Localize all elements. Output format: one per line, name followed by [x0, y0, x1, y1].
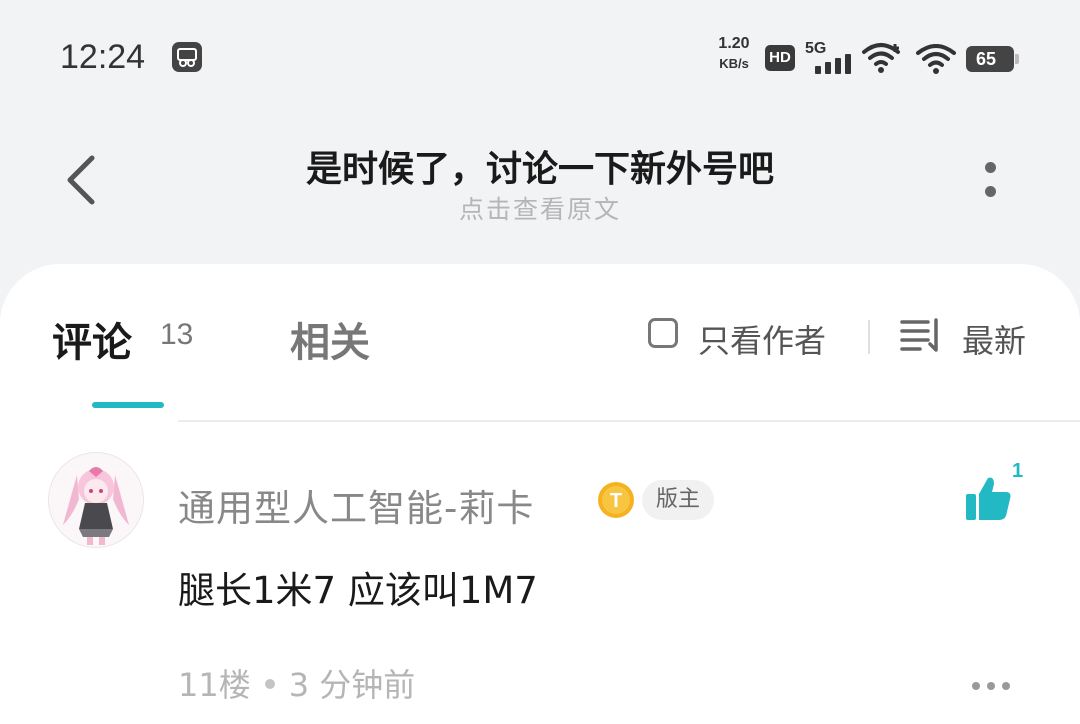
- comment-username[interactable]: 通用型人工智能-莉卡: [178, 478, 534, 532]
- tab-comments[interactable]: 评论: [52, 310, 132, 368]
- view-original-link[interactable]: 点击查看原文: [0, 190, 1080, 226]
- hd-badge: HD: [765, 45, 795, 71]
- tab-comments-count: 13: [160, 318, 194, 351]
- floor-number: 11楼: [178, 666, 251, 704]
- like-count: 1: [1012, 460, 1024, 482]
- comment-time: 3 分钟前: [288, 666, 416, 704]
- network-speed-unit: KB/s: [719, 56, 749, 71]
- svg-text:T: T: [610, 490, 622, 512]
- separator-dot: [264, 679, 275, 689]
- divider: [868, 320, 870, 354]
- thumbs-up-icon[interactable]: [964, 474, 1014, 522]
- sort-icon[interactable]: [900, 318, 944, 354]
- status-bar: 12:24 1.20 KB/s HD 5G 65: [0, 0, 1080, 110]
- tab-active-indicator: [92, 402, 164, 408]
- wifi-plus-icon: [862, 43, 900, 73]
- network-speed: 1.20 KB/s: [712, 35, 756, 71]
- signal-icon: 5G: [805, 40, 853, 74]
- avatar[interactable]: [48, 452, 144, 548]
- more-vertical-icon[interactable]: [976, 158, 1006, 208]
- battery-icon: 65: [966, 46, 1019, 72]
- wifi-icon: [916, 44, 956, 74]
- level-badge-icon: T: [598, 482, 634, 518]
- author-only-checkbox[interactable]: [648, 318, 678, 348]
- network-type: 5G: [805, 40, 827, 57]
- comment-meta: 11楼 3 分钟前: [178, 660, 415, 706]
- comment-text: 腿长1米7 应该叫1M7: [178, 569, 538, 612]
- tab-related[interactable]: 相关: [290, 310, 370, 368]
- network-speed-value: 1.20: [718, 35, 750, 52]
- screen-recorder-icon: [172, 42, 202, 72]
- sort-latest-button[interactable]: 最新: [962, 316, 1026, 362]
- divider: [178, 420, 1080, 422]
- status-time: 12:24: [60, 38, 146, 76]
- moderator-badge: 版主: [642, 480, 714, 520]
- more-horizontal-icon[interactable]: [972, 682, 1012, 692]
- author-only-label[interactable]: 只看作者: [698, 316, 826, 362]
- post-title[interactable]: 是时候了，讨论一下新外号吧: [0, 140, 1080, 192]
